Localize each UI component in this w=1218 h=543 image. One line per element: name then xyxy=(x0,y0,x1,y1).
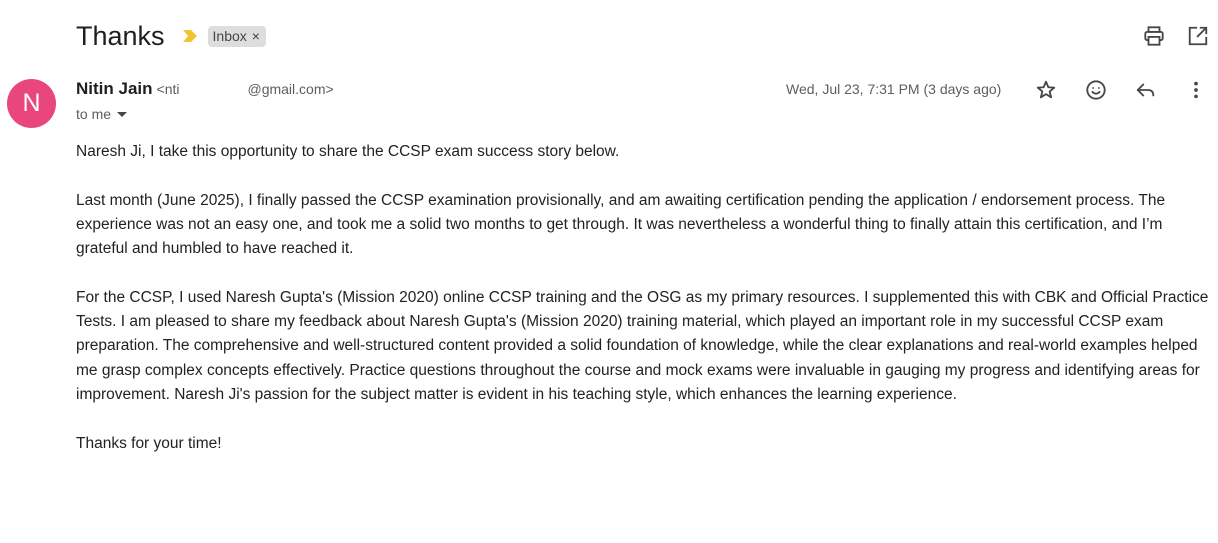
importance-marker-icon[interactable] xyxy=(182,29,198,43)
sender-name[interactable]: Nitin Jain xyxy=(76,79,153,99)
message-body: Naresh Ji, I take this opportunity to sh… xyxy=(76,140,1211,480)
inbox-label-chip[interactable]: Inbox × xyxy=(207,25,266,47)
remove-label-icon[interactable]: × xyxy=(252,28,260,44)
sender-email: <nti @gmail.com> xyxy=(157,81,334,97)
print-icon[interactable] xyxy=(1142,24,1166,48)
message-date: Wed, Jul 23, 7:31 PM (3 days ago) xyxy=(786,81,1002,97)
chevron-down-icon xyxy=(117,106,128,122)
recipient-text: to me xyxy=(76,106,112,122)
more-vert-icon[interactable] xyxy=(1184,78,1208,102)
sender-line: Nitin Jain <nti @gmail.com> xyxy=(76,79,334,99)
body-paragraph-2: For the CCSP, I used Naresh Gupta's (Mis… xyxy=(76,288,1209,403)
greeting-paragraph: Naresh Ji, I take this opportunity to sh… xyxy=(76,143,620,160)
closing-paragraph: Thanks for your time! xyxy=(76,434,222,452)
emoji-reaction-icon[interactable] xyxy=(1084,78,1108,102)
thread-actions xyxy=(1142,24,1210,48)
recipient-details-toggle[interactable]: to me xyxy=(76,106,128,122)
sender-email-prefix: <nti xyxy=(156,81,180,97)
message-actions xyxy=(1034,78,1208,102)
label-text: Inbox xyxy=(212,27,247,44)
sender-email-suffix: @gmail.com> xyxy=(247,81,334,97)
email-subject: Thanks xyxy=(76,20,165,51)
star-icon[interactable] xyxy=(1034,78,1058,102)
subject-row: Thanks Inbox × xyxy=(76,18,266,54)
body-paragraph-1: Last month (June 2025), I finally passed… xyxy=(76,191,1166,258)
open-in-new-window-icon[interactable] xyxy=(1186,24,1210,48)
reply-icon[interactable] xyxy=(1134,78,1158,102)
sender-avatar[interactable]: N xyxy=(7,79,56,128)
